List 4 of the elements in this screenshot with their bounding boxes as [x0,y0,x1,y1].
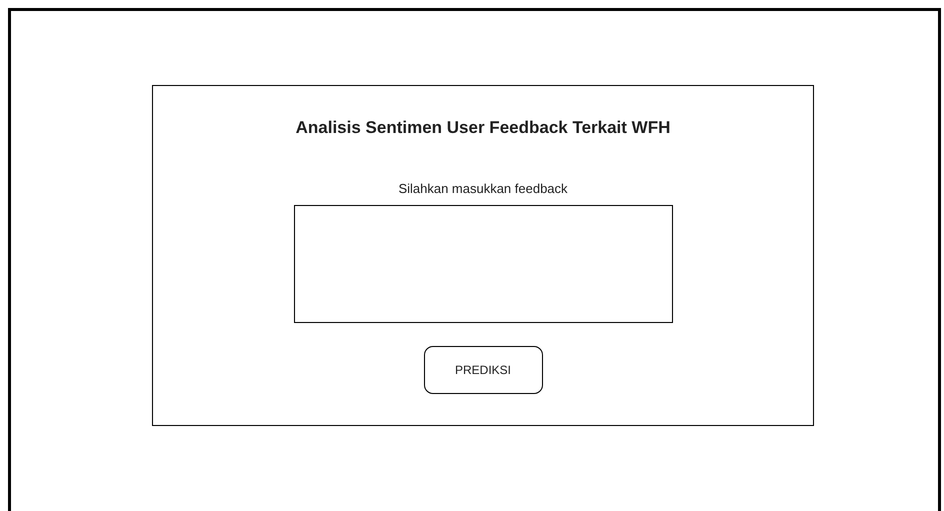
predict-button[interactable]: PREDIKSI [424,346,542,394]
form-title: Analisis Sentimen User Feedback Terkait WFH [296,118,670,138]
feedback-input[interactable] [294,205,672,323]
feedback-label: Silahkan masukkan feedback [398,181,568,196]
